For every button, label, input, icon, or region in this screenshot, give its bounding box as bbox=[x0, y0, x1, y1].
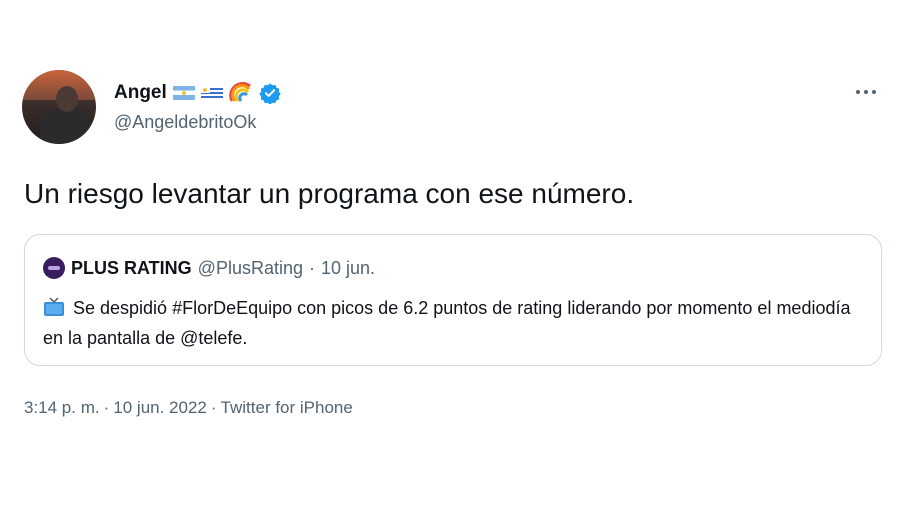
flag-uruguay-icon bbox=[200, 86, 223, 100]
author-avatar[interactable] bbox=[22, 70, 96, 144]
tv-icon bbox=[44, 297, 64, 316]
tweet-text: Un riesgo levantar un programa con ese n… bbox=[24, 178, 635, 209]
flag-argentina-icon bbox=[172, 86, 195, 100]
tweet-date[interactable]: 10 jun. 2022 bbox=[113, 398, 207, 418]
quoted-tweet-header: PLUS RATING @PlusRating · 10 jun. bbox=[43, 257, 375, 279]
quoted-author-avatar bbox=[43, 257, 65, 279]
tweet-time[interactable]: 3:14 p. m. bbox=[24, 398, 100, 418]
verified-badge-icon bbox=[259, 83, 281, 104]
quoted-author-name: PLUS RATING bbox=[71, 257, 192, 278]
quoted-tweet-text: Se despidió #FlorDeEquipo con picos de 6… bbox=[43, 298, 851, 348]
more-options-icon[interactable] bbox=[856, 84, 886, 100]
tweet-card: Angel @AngeldebritoOk Un riesgo levantar… bbox=[0, 0, 900, 505]
quoted-tweet-body: Se despidió #FlorDeEquipo con picos de 6… bbox=[43, 293, 863, 353]
tweet-metadata: 3:14 p. m. · 10 jun. 2022 · Twitter for … bbox=[24, 398, 353, 418]
rainbow-icon bbox=[228, 82, 251, 103]
separator: · bbox=[103, 398, 110, 417]
separator: · bbox=[210, 398, 217, 417]
quoted-author-handle: @PlusRating bbox=[197, 257, 303, 278]
tweet-source[interactable]: Twitter for iPhone bbox=[221, 398, 353, 418]
author-handle[interactable]: @AngeldebritoOk bbox=[114, 112, 256, 133]
quoted-tweet[interactable]: PLUS RATING @PlusRating · 10 jun. Se des… bbox=[24, 234, 882, 366]
separator: · bbox=[309, 257, 315, 278]
author-name[interactable]: Angel bbox=[114, 82, 167, 104]
quoted-tweet-date: 10 jun. bbox=[321, 257, 376, 278]
author-name-row: Angel bbox=[114, 80, 281, 106]
